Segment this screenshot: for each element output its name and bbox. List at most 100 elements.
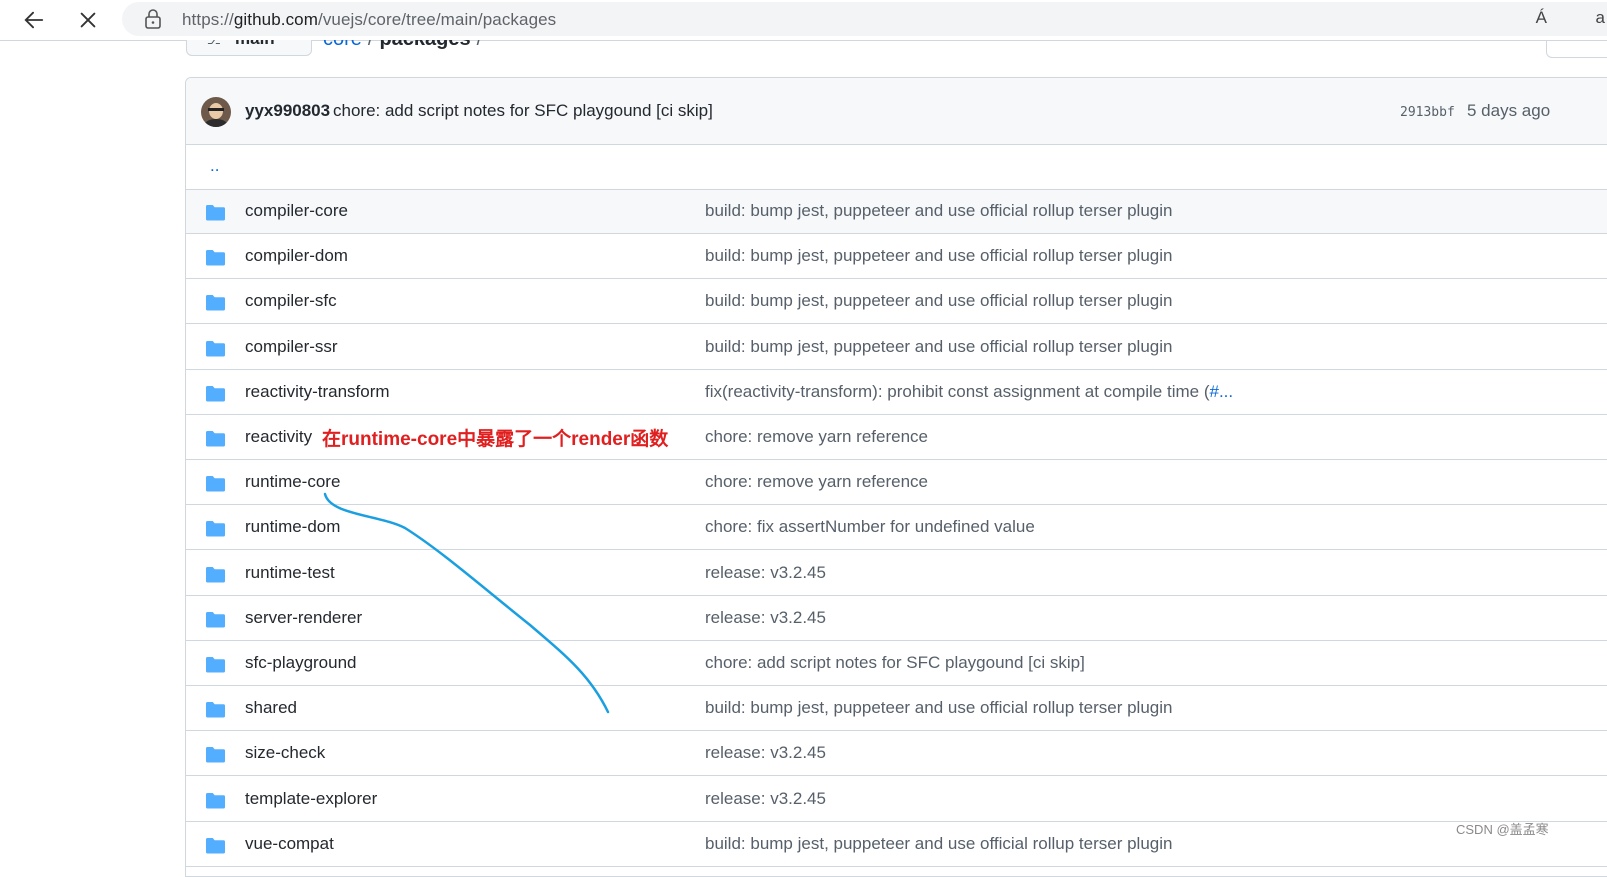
file-commit-message[interactable]: release: v3.2.45 <box>705 563 826 583</box>
file-row-7[interactable]: runtime-dom chore: fix assertNumber for u… <box>186 506 1607 551</box>
file-name-link[interactable]: reactivity <box>245 427 312 447</box>
read-aloud-icon[interactable]: Á <box>1536 8 1547 28</box>
breadcrumb-separator: / <box>368 40 374 50</box>
repo-nav-row: ⎇ main ▼ core / packages / <box>0 40 1607 60</box>
file-name-link[interactable]: sfc-playground <box>245 653 357 673</box>
folder-icon <box>206 476 225 492</box>
commit-sha-link[interactable]: 2913bbf <box>1400 105 1455 120</box>
folder-icon <box>206 702 225 718</box>
file-table: yyx990803 chore: add script notes for SF… <box>185 77 1607 877</box>
file-row-4[interactable]: reactivity-transform fix(reactivity-trans… <box>186 371 1607 415</box>
file-name-link[interactable]: compiler-sfc <box>245 291 337 311</box>
file-commit-message-text[interactable]: build: bump jest, puppeteer and use offi… <box>705 337 1172 356</box>
file-name-link[interactable]: compiler-ssr <box>245 337 338 357</box>
file-commit-message[interactable]: build: bump jest, puppeteer and use offi… <box>705 201 1172 221</box>
file-row-0[interactable]: compiler-core build: bump jest, puppeteer… <box>186 190 1607 234</box>
edge-toolbar-icon[interactable]: a <box>1596 8 1605 28</box>
annotation-note: 在runtime-core中暴露了一个render函数 <box>322 429 669 450</box>
file-name-link[interactable]: compiler-core <box>245 201 348 221</box>
file-row-6[interactable]: runtime-core chore: remove yarn reference <box>186 461 1607 506</box>
file-commit-message-text[interactable]: release: v3.2.45 <box>705 789 826 808</box>
file-name-link[interactable]: vue-compat <box>245 834 334 854</box>
close-icon[interactable] <box>74 6 102 34</box>
back-arrow-icon[interactable] <box>20 6 48 34</box>
file-commit-message-text[interactable]: build: bump jest, puppeteer and use offi… <box>705 246 1172 265</box>
file-commit-message-text[interactable]: build: bump jest, puppeteer and use offi… <box>705 834 1172 853</box>
file-commit-message-text[interactable]: build: bump jest, puppeteer and use offi… <box>705 698 1172 717</box>
file-name-link[interactable]: reactivity-transform <box>245 382 390 402</box>
issue-link[interactable]: #... <box>1210 382 1234 401</box>
file-row-9[interactable]: server-renderer release: v3.2.45 <box>186 597 1607 641</box>
file-name-link[interactable]: runtime-dom <box>245 517 340 537</box>
file-name-link[interactable]: shared <box>245 698 297 718</box>
file-row-12[interactable]: size-check release: v3.2.45 <box>186 732 1607 777</box>
parent-directory-link[interactable]: .. <box>210 156 219 176</box>
file-row-10[interactable]: sfc-playground chore: add script notes fo… <box>186 642 1607 686</box>
file-name-link[interactable]: runtime-test <box>245 563 335 583</box>
file-commit-message[interactable]: build: bump jest, puppeteer and use offi… <box>705 698 1172 718</box>
watermark: CSDN @盖孟寒 <box>1456 822 1549 837</box>
commit-author-link[interactable]: yyx990803 <box>245 101 330 121</box>
file-row-14[interactable]: vue-compat build: bump jest, puppeteer an… <box>186 823 1607 867</box>
file-commit-message-text[interactable]: fix(reactivity-transform): prohibit cons… <box>705 382 1210 401</box>
file-row-1[interactable]: compiler-dom build: bump jest, puppeteer … <box>186 235 1607 280</box>
lock-icon[interactable] <box>144 9 162 29</box>
file-name-link[interactable]: size-check <box>245 743 325 763</box>
url-scheme: https:// <box>182 10 234 29</box>
folder-icon <box>206 792 225 809</box>
file-commit-message-text[interactable]: build: bump jest, puppeteer and use offi… <box>705 201 1172 220</box>
parent-directory-row[interactable]: .. <box>186 145 1607 190</box>
file-row-3[interactable]: compiler-ssr build: bump jest, puppeteer … <box>186 326 1607 370</box>
file-commit-message[interactable]: chore: add script notes for SFC playgoun… <box>705 653 1085 673</box>
folder-icon <box>206 250 225 266</box>
file-name-link[interactable]: runtime-core <box>245 472 340 492</box>
code-button[interactable] <box>1546 40 1607 58</box>
address-bar[interactable]: https://github.com/vuejs/core/tree/main/… <box>122 2 1607 36</box>
file-commit-message-text[interactable]: chore: remove yarn reference <box>705 427 928 446</box>
file-name-link[interactable]: compiler-dom <box>245 246 348 266</box>
file-commit-message[interactable]: chore: remove yarn reference <box>705 472 928 492</box>
file-row-13[interactable]: template-explorer release: v3.2.45 <box>186 778 1607 822</box>
file-commit-message-text[interactable]: chore: fix assertNumber for undefined va… <box>705 517 1035 536</box>
breadcrumb: core / packages / <box>323 40 488 51</box>
file-commit-message-text[interactable]: release: v3.2.45 <box>705 563 826 582</box>
file-commit-message[interactable]: fix(reactivity-transform): prohibit cons… <box>705 382 1233 402</box>
folder-icon <box>206 385 225 402</box>
url-path: /vuejs/core/tree/main/packages <box>318 10 557 29</box>
file-commit-message[interactable]: chore: fix assertNumber for undefined va… <box>705 517 1035 537</box>
folder-icon <box>206 747 225 763</box>
file-commit-message[interactable]: release: v3.2.45 <box>705 743 826 763</box>
avatar[interactable] <box>201 97 231 127</box>
file-row-2[interactable]: compiler-sfc build: bump jest, puppeteer … <box>186 280 1607 325</box>
file-commit-message-text[interactable]: chore: add script notes for SFC playgoun… <box>705 653 1085 672</box>
file-commit-message[interactable]: release: v3.2.45 <box>705 789 826 809</box>
file-commit-message-text[interactable]: build: bump jest, puppeteer and use offi… <box>705 291 1172 310</box>
folder-icon <box>206 566 225 583</box>
folder-icon <box>206 611 225 628</box>
commit-message-link[interactable]: chore: add script notes for SFC playgoun… <box>333 101 713 121</box>
folder-icon <box>206 431 225 447</box>
breadcrumb-current: packages <box>379 40 470 50</box>
url-text[interactable]: https://github.com/vuejs/core/tree/main/… <box>182 10 556 30</box>
file-row-8[interactable]: runtime-test release: v3.2.45 <box>186 552 1607 596</box>
file-commit-message[interactable]: release: v3.2.45 <box>705 608 826 628</box>
branch-selector-button[interactable]: ⎇ main ▼ <box>186 40 312 56</box>
breadcrumb-trailing-separator: / <box>477 40 483 50</box>
folder-icon <box>206 657 225 673</box>
file-name-link[interactable]: template-explorer <box>245 789 377 809</box>
file-name-link[interactable]: server-renderer <box>245 608 362 628</box>
file-commit-message[interactable]: chore: remove yarn reference <box>705 427 928 447</box>
file-commit-message[interactable]: build: bump jest, puppeteer and use offi… <box>705 291 1172 311</box>
file-commit-message-text[interactable]: release: v3.2.45 <box>705 743 826 762</box>
file-row-11[interactable]: shared build: bump jest, puppeteer and us… <box>186 687 1607 732</box>
file-commit-message-text[interactable]: release: v3.2.45 <box>705 608 826 627</box>
git-branch-icon: ⎇ <box>207 40 221 47</box>
file-commit-message[interactable]: build: bump jest, puppeteer and use offi… <box>705 337 1172 357</box>
folder-icon <box>206 205 225 221</box>
file-commit-message[interactable]: build: bump jest, puppeteer and use offi… <box>705 834 1172 854</box>
commit-age: 5 days ago <box>1467 101 1551 120</box>
file-commit-message-text[interactable]: chore: remove yarn reference <box>705 472 928 491</box>
breadcrumb-repo-link[interactable]: core <box>323 40 362 50</box>
file-commit-message[interactable]: build: bump jest, puppeteer and use offi… <box>705 246 1172 266</box>
folder-icon <box>206 295 225 311</box>
